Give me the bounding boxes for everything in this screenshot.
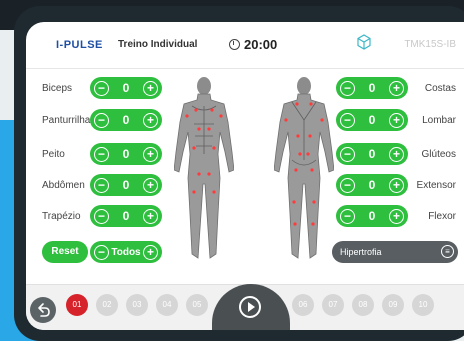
program-select[interactable]: Hipertrofia ≡ (332, 241, 458, 263)
minus-button[interactable]: − (94, 177, 109, 193)
stepper-trapezio: − 0 + (90, 205, 162, 227)
plus-button[interactable]: + (143, 80, 158, 96)
plus-button[interactable]: + (389, 208, 404, 224)
clock-icon (229, 39, 240, 50)
play-button[interactable] (239, 296, 261, 318)
plus-button[interactable]: + (389, 177, 404, 193)
muscle-label-costas: Costas (424, 83, 456, 94)
back-arrow-icon (38, 303, 50, 317)
reset-button[interactable]: Reset (42, 241, 88, 263)
stepper-todos-label: Todos (111, 246, 141, 258)
timer-value: 20:00 (244, 37, 278, 52)
minus-button[interactable]: − (94, 80, 109, 96)
stepper-panturrilhas: − 0 + (90, 109, 162, 131)
program-label: Hipertrofia (340, 247, 382, 257)
stepper-biceps: − 0 + (90, 77, 162, 99)
channel-03[interactable]: 03 (126, 294, 148, 316)
minus-button[interactable]: − (94, 146, 109, 162)
header-bar: I-PULSE Treino Individual 20:00 TMK15S-I… (26, 22, 464, 69)
stepper-todos: − Todos + (90, 241, 162, 263)
minus-button[interactable]: − (340, 208, 355, 224)
plus-button[interactable]: + (142, 244, 158, 260)
session-timer: 20:00 (229, 37, 277, 52)
channel-02[interactable]: 02 (96, 294, 118, 316)
channel-01[interactable]: 01 (66, 294, 88, 316)
plus-button[interactable]: + (143, 146, 158, 162)
minus-button[interactable]: − (340, 146, 355, 162)
stepper-value: 0 (122, 178, 130, 192)
stepper-value: 0 (122, 81, 130, 95)
muscle-label-trapezio: Trapézio (42, 211, 81, 222)
back-body-figure (274, 77, 334, 259)
channel-04[interactable]: 04 (156, 294, 178, 316)
channel-10[interactable]: 10 (412, 294, 434, 316)
muscle-label-panturrilhas: Panturrilhas (42, 115, 96, 126)
channel-09[interactable]: 09 (382, 294, 404, 316)
app-screen: I-PULSE Treino Individual 20:00 TMK15S-I… (26, 22, 464, 330)
minus-button[interactable]: − (94, 244, 109, 260)
menu-icon: ≡ (441, 245, 454, 258)
plus-button[interactable]: + (389, 112, 404, 128)
plus-button[interactable]: + (389, 80, 404, 96)
plus-button[interactable]: + (143, 208, 158, 224)
muscle-label-flexor: Flexor (428, 211, 456, 222)
plus-button[interactable]: + (143, 177, 158, 193)
stepper-value: 0 (368, 113, 376, 127)
minus-button[interactable]: − (340, 112, 355, 128)
plus-button[interactable]: + (143, 112, 158, 128)
back-button[interactable] (30, 297, 56, 323)
muscle-label-extensor: Extensor (416, 180, 456, 191)
stepper-value: 0 (122, 113, 130, 127)
stepper-value: 0 (368, 209, 376, 223)
plus-button[interactable]: + (389, 146, 404, 162)
muscle-label-peito: Peito (42, 149, 65, 160)
muscle-label-gluteos: Glúteos (421, 149, 456, 160)
stepper-value: 0 (122, 209, 130, 223)
minus-button[interactable]: − (340, 177, 355, 193)
stepper-abdomen: − 0 + (90, 174, 162, 196)
muscle-label-abdomen: Abdômen (42, 180, 85, 191)
mode-title: Treino Individual (118, 39, 198, 50)
channel-07[interactable]: 07 (322, 294, 344, 316)
channel-05[interactable]: 05 (186, 294, 208, 316)
app-logo: I-PULSE (56, 39, 103, 51)
muscle-label-lombar: Lombar (422, 115, 456, 126)
minus-button[interactable]: − (340, 80, 355, 96)
cube-icon[interactable] (356, 34, 372, 50)
stepper-value: 0 (368, 147, 376, 161)
stepper-gluteos: − 0 + (336, 143, 408, 165)
minus-button[interactable]: − (94, 112, 109, 128)
stepper-flexor: − 0 + (336, 205, 408, 227)
front-body-figure (174, 77, 234, 259)
stepper-value: 0 (122, 147, 130, 161)
muscle-label-biceps: Biceps (42, 83, 73, 94)
device-id: TMK15S-IB (404, 39, 456, 50)
channel-06[interactable]: 06 (292, 294, 314, 316)
stepper-lombar: − 0 + (336, 109, 408, 131)
stepper-extensor: − 0 + (336, 174, 408, 196)
stepper-value: 0 (368, 81, 376, 95)
minus-button[interactable]: − (94, 208, 109, 224)
channel-08[interactable]: 08 (352, 294, 374, 316)
stepper-costas: − 0 + (336, 77, 408, 99)
stepper-peito: − 0 + (90, 143, 162, 165)
stepper-value: 0 (368, 178, 376, 192)
